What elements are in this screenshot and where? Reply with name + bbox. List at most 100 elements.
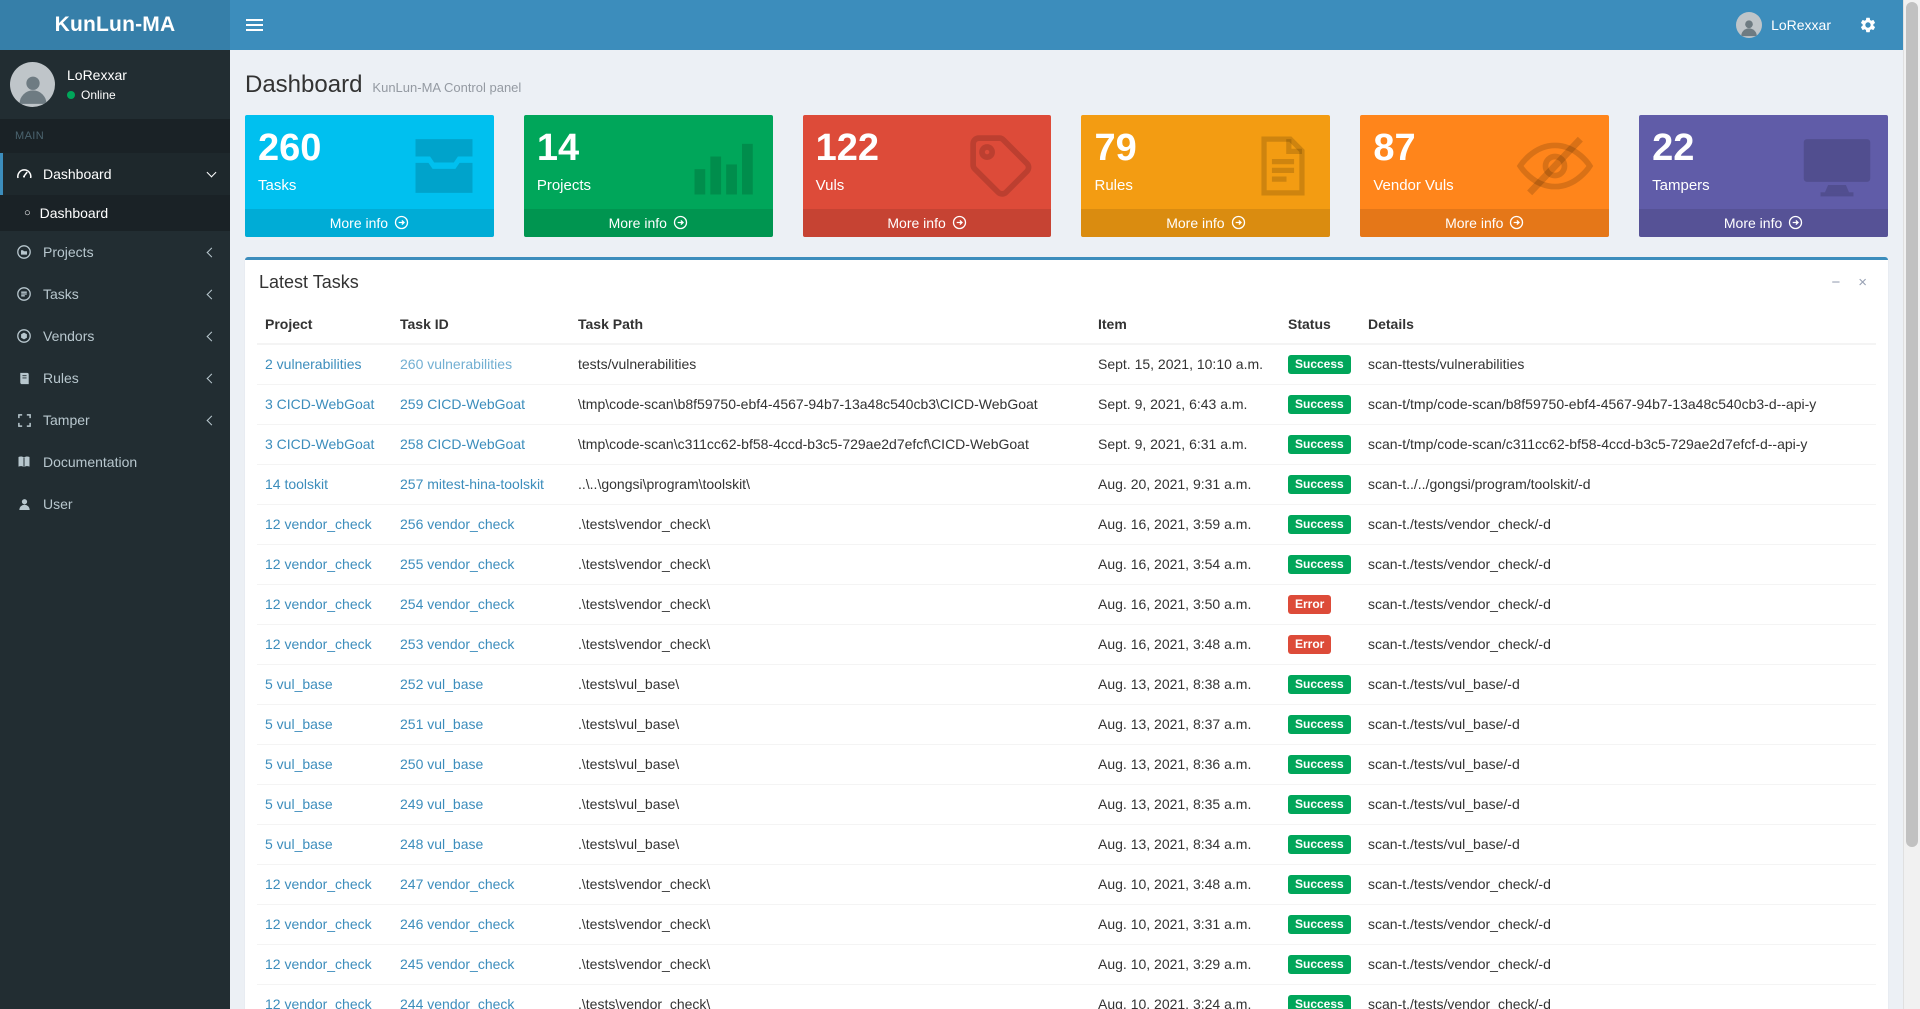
more-info-link-tasks[interactable]: More info — [245, 209, 494, 237]
task-id-link[interactable]: 259 CICD-WebGoat — [400, 396, 525, 412]
scrollbar-thumb[interactable] — [1906, 2, 1918, 847]
sidebar-item-projects[interactable]: Projects — [0, 231, 230, 273]
task-path-cell: .\tests\vendor_check\ — [570, 944, 1090, 984]
project-link[interactable]: 12 vendor_check — [265, 516, 372, 532]
infobox-value: 22 — [1652, 128, 1876, 170]
projects-icon — [15, 244, 33, 260]
sidebar-item-documentation[interactable]: Documentation — [0, 441, 230, 483]
sidebar-item-rules[interactable]: Rules — [0, 357, 230, 399]
project-link[interactable]: 12 vendor_check — [265, 556, 372, 572]
task-id-link[interactable]: 244 vendor_check — [400, 996, 514, 1009]
infobox-value: 122 — [816, 128, 1040, 170]
project-link[interactable]: 12 vendor_check — [265, 916, 372, 932]
infobox-label: Vuls — [816, 177, 1040, 194]
table-row: 12 vendor_check 244 vendor_check .\tests… — [257, 984, 1876, 1009]
sidebar-item-tamper[interactable]: Tamper — [0, 399, 230, 441]
more-info-link-vuls[interactable]: More info — [803, 209, 1052, 237]
page-subtitle: KunLun-MA Control panel — [372, 80, 521, 95]
task-id-link[interactable]: 247 vendor_check — [400, 876, 514, 892]
task-id-link[interactable]: 248 vul_base — [400, 836, 483, 852]
table-row: 5 vul_base 251 vul_base .\tests\vul_base… — [257, 704, 1876, 744]
table-row: 5 vul_base 250 vul_base .\tests\vul_base… — [257, 744, 1876, 784]
project-link[interactable]: 14 toolskit — [265, 476, 328, 492]
task-path-cell: .\tests\vendor_check\ — [570, 984, 1090, 1009]
project-link[interactable]: 12 vendor_check — [265, 876, 372, 892]
task-id-link[interactable]: 246 vendor_check — [400, 916, 514, 932]
project-link[interactable]: 5 vul_base — [265, 676, 333, 692]
sidebar-user-status[interactable]: Online — [67, 88, 127, 102]
task-id-link[interactable]: 253 vendor_check — [400, 636, 514, 652]
more-info-link-projects[interactable]: More info — [524, 209, 773, 237]
task-id-link[interactable]: 251 vul_base — [400, 716, 483, 732]
project-link[interactable]: 12 vendor_check — [265, 996, 372, 1009]
table-row: 12 vendor_check 255 vendor_check .\tests… — [257, 544, 1876, 584]
infobox-value: 87 — [1373, 128, 1597, 170]
chevron-left-icon — [207, 415, 217, 425]
task-id-link[interactable]: 255 vendor_check — [400, 556, 514, 572]
page-scrollbar[interactable] — [1903, 0, 1920, 1009]
task-path-cell: .\tests\vul_base\ — [570, 824, 1090, 864]
status-badge: Success — [1288, 555, 1351, 574]
details-cell: scan-t./tests/vendor_check/-d — [1360, 624, 1876, 664]
top-navbar: KunLun-MA LoRexxar — [0, 0, 1903, 50]
details-cell: scan-t./tests/vendor_check/-d — [1360, 944, 1876, 984]
status-badge: Error — [1288, 595, 1331, 614]
tamper-icon — [15, 413, 33, 428]
table-row: 12 vendor_check 254 vendor_check .\tests… — [257, 584, 1876, 624]
project-link[interactable]: 3 CICD-WebGoat — [265, 396, 374, 412]
col-task-id: Task ID — [392, 305, 570, 344]
navbar-user-menu[interactable]: LoRexxar — [1722, 0, 1845, 50]
project-link[interactable]: 12 vendor_check — [265, 636, 372, 652]
project-link[interactable]: 2 vulnerabilities — [265, 356, 362, 372]
status-badge: Success — [1288, 755, 1351, 774]
task-id-link[interactable]: 258 CICD-WebGoat — [400, 436, 525, 452]
task-id-link[interactable]: 250 vul_base — [400, 756, 483, 772]
project-link[interactable]: 5 vul_base — [265, 756, 333, 772]
table-row: 5 vul_base 249 vul_base .\tests\vul_base… — [257, 784, 1876, 824]
task-id-link[interactable]: 256 vendor_check — [400, 516, 514, 532]
item-cell: Sept. 9, 2021, 6:31 a.m. — [1090, 424, 1280, 464]
item-cell: Aug. 13, 2021, 8:36 a.m. — [1090, 744, 1280, 784]
project-link[interactable]: 3 CICD-WebGoat — [265, 436, 374, 452]
sidebar-user-panel: LoRexxar Online — [0, 50, 230, 119]
project-link[interactable]: 12 vendor_check — [265, 596, 372, 612]
brand-logo[interactable]: KunLun-MA — [0, 0, 230, 50]
more-info-link-vendor-vuls[interactable]: More info — [1360, 209, 1609, 237]
item-cell: Aug. 20, 2021, 9:31 a.m. — [1090, 464, 1280, 504]
project-link[interactable]: 5 vul_base — [265, 796, 333, 812]
item-cell: Aug. 10, 2021, 3:29 a.m. — [1090, 944, 1280, 984]
project-link[interactable]: 5 vul_base — [265, 836, 333, 852]
sidebar-item-dashboard[interactable]: Dashboard — [0, 153, 230, 195]
project-link[interactable]: 12 vendor_check — [265, 956, 372, 972]
infobox-vendor-vuls: 87 Vendor Vuls More info — [1360, 115, 1609, 237]
col-item: Item — [1090, 305, 1280, 344]
task-id-link[interactable]: 245 vendor_check — [400, 956, 514, 972]
arrow-circle-icon — [1788, 215, 1803, 230]
sidebar-item-tasks[interactable]: Tasks — [0, 273, 230, 315]
task-id-link[interactable]: 252 vul_base — [400, 676, 483, 692]
task-id-link[interactable]: 249 vul_base — [400, 796, 483, 812]
more-info-link-rules[interactable]: More info — [1081, 209, 1330, 237]
project-link[interactable]: 5 vul_base — [265, 716, 333, 732]
sidebar-toggle-button[interactable] — [230, 0, 278, 50]
sidebar-subitem-label: Dashboard — [40, 205, 109, 221]
task-id-link[interactable]: 257 mitest-hina-toolskit — [400, 476, 544, 492]
sidebar-item-vendors[interactable]: Vendors — [0, 315, 230, 357]
chevron-left-icon — [207, 373, 217, 383]
sidebar-username: LoRexxar — [67, 67, 127, 83]
close-box-button[interactable]: × — [1851, 272, 1874, 293]
more-info-link-tampers[interactable]: More info — [1639, 209, 1888, 237]
task-path-cell: .\tests\vendor_check\ — [570, 544, 1090, 584]
arrow-circle-icon — [394, 215, 409, 230]
table-row: 12 vendor_check 247 vendor_check .\tests… — [257, 864, 1876, 904]
vendors-icon — [15, 328, 33, 344]
collapse-box-button[interactable]: − — [1824, 272, 1847, 293]
sidebar-subitem-dashboard[interactable]: ○ Dashboard — [0, 195, 230, 231]
more-info-label: More info — [1724, 215, 1782, 231]
infobox-label: Rules — [1094, 177, 1318, 194]
task-id-link[interactable]: 260 vulnerabilities — [400, 356, 512, 372]
task-id-link[interactable]: 254 vendor_check — [400, 596, 514, 612]
admin-settings-button[interactable] — [1845, 0, 1891, 50]
task-path-cell: .\tests\vul_base\ — [570, 664, 1090, 704]
sidebar-item-user[interactable]: User — [0, 483, 230, 525]
